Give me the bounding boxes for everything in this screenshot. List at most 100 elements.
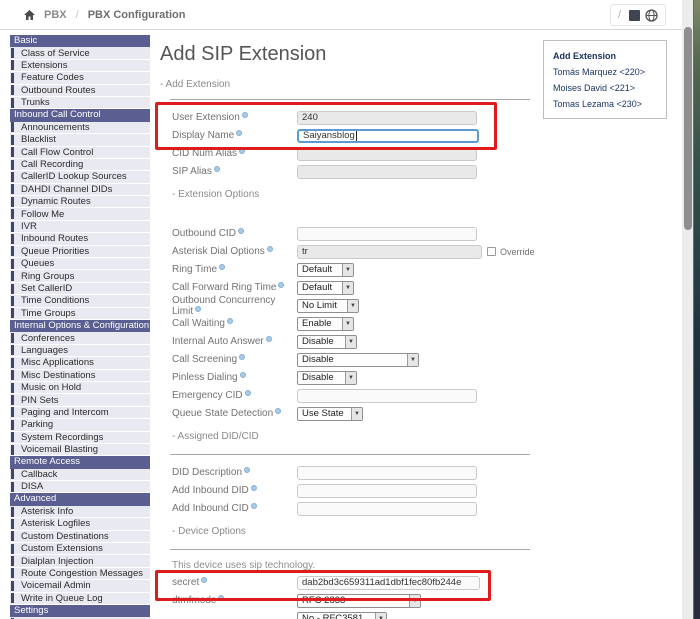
home-icon[interactable] — [24, 9, 35, 20]
sidebar-item-time-groups[interactable]: Time Groups — [10, 307, 150, 320]
secret-input[interactable]: dab2bd3c659311ad1dbf1fec80fb244e — [297, 575, 480, 590]
sidebar-item-label: Callback — [21, 468, 58, 480]
help-icon[interactable] — [201, 577, 208, 583]
sidebar-item-follow-me[interactable]: Follow Me — [10, 208, 150, 221]
item-accent-bar — [11, 333, 14, 344]
sip-alias-input[interactable] — [297, 164, 477, 179]
sidebar-item-feature-codes[interactable]: Feature Codes — [10, 72, 150, 85]
queue-state-detection-select[interactable]: Use State ▼ — [297, 406, 363, 421]
user-extension-input[interactable]: 240 — [297, 110, 477, 125]
sidebar-item-announcements[interactable]: Announcements — [10, 121, 150, 135]
sidebar-item-ivr[interactable]: IVR — [10, 220, 150, 234]
call-screening-select[interactable]: Disable ▼ — [297, 352, 419, 367]
scrollbar-thumb[interactable] — [683, 27, 692, 230]
help-icon[interactable] — [278, 282, 285, 288]
sidebar-item-set-callerid[interactable]: Set CallerID — [10, 282, 150, 296]
help-icon[interactable] — [239, 372, 246, 378]
selected-value: Use State — [302, 408, 344, 419]
sidebar-item-dynamic-routes[interactable]: Dynamic Routes — [10, 196, 150, 209]
call-forward-ring-time-select[interactable]: Default ▼ — [297, 280, 354, 295]
help-icon[interactable] — [213, 166, 220, 172]
sidebar-item-extensions[interactable]: Extensions — [10, 59, 150, 73]
help-icon[interactable] — [266, 246, 273, 252]
form-row: No - RFC3581 ▼ — [172, 611, 540, 619]
help-icon[interactable] — [239, 148, 246, 154]
sidebar-item-callerid-lookup-sources[interactable]: CallerID Lookup Sources — [10, 171, 150, 184]
help-icon[interactable] — [250, 485, 257, 491]
sidebar-item-class-of-service[interactable]: Class of Service — [10, 47, 150, 60]
sidebar-item-system-recordings[interactable]: System Recordings — [10, 431, 150, 444]
display-name-input[interactable]: Saiyansblog — [297, 128, 479, 143]
sidebar-item-callback[interactable]: Callback — [10, 468, 150, 482]
sidebar-item-pin-sets[interactable]: PIN Sets — [10, 394, 150, 407]
sidebar-item-inbound-routes[interactable]: Inbound Routes — [10, 233, 150, 246]
sidebar-item-label: Custom Destinations — [21, 530, 109, 542]
asterisk-dial-options-input[interactable]: tr — [297, 244, 482, 259]
help-icon[interactable] — [244, 390, 251, 396]
sidebar-item-dahdi-channel-dids[interactable]: DAHDI Channel DIDs — [10, 183, 150, 197]
sidebar-item-misc-applications[interactable]: Misc Applications — [10, 357, 150, 370]
sidebar-item-ring-groups[interactable]: Ring Groups — [10, 270, 150, 283]
emergency-cid-input[interactable] — [297, 388, 477, 403]
help-icon[interactable] — [236, 130, 243, 136]
sidebar-item-conferences[interactable]: Conferences — [10, 332, 150, 345]
extension-link[interactable]: Tomas Lezama <230> — [553, 96, 657, 112]
extension-link[interactable]: Moises David <221> — [553, 80, 657, 96]
sidebar-item-trunks[interactable]: Trunks — [10, 96, 150, 110]
sidebar-item-voicemail-admin[interactable]: Voicemail Admin — [10, 580, 150, 593]
sidebar-item-write-in-queue-log[interactable]: Write in Queue Log — [10, 592, 150, 605]
internal-auto-answer-select[interactable]: Disable ▼ — [297, 334, 357, 349]
help-icon[interactable] — [195, 305, 202, 312]
help-icon[interactable] — [265, 336, 272, 342]
override-checkbox[interactable] — [487, 247, 496, 256]
add-inbound-did-input[interactable] — [297, 483, 477, 498]
call-waiting-select[interactable]: Enable ▼ — [297, 316, 354, 331]
did-description-input[interactable] — [297, 465, 477, 480]
help-icon[interactable] — [244, 467, 251, 473]
sidebar-item-voicemail-blasting[interactable]: Voicemail Blasting — [10, 443, 150, 457]
sidebar-item-asterisk-logfiles[interactable]: Asterisk Logfiles — [10, 518, 150, 531]
extension-link[interactable]: Tomás Marquez <220> — [553, 64, 657, 80]
sidebar-item-custom-destinations[interactable]: Custom Destinations — [10, 530, 150, 544]
outbound-cid-input[interactable] — [297, 226, 477, 241]
sidebar-item-time-conditions[interactable]: Time Conditions — [10, 295, 150, 308]
help-icon[interactable] — [226, 318, 233, 324]
vertical-scrollbar[interactable] — [682, 0, 693, 619]
sidebar-item-outbound-routes[interactable]: Outbound Routes — [10, 84, 150, 97]
cid-num-alias-input[interactable] — [297, 146, 477, 161]
sidebar-item-call-flow-control[interactable]: Call Flow Control — [10, 146, 150, 159]
pinless-dialing-select[interactable]: Disable ▼ — [297, 370, 357, 385]
sidebar-item-custom-extensions[interactable]: Custom Extensions — [10, 543, 150, 556]
extension-link[interactable]: Add Extension — [553, 48, 657, 64]
sidebar-item-call-recording[interactable]: Call Recording — [10, 158, 150, 172]
sidebar-item-route-congestion-messages[interactable]: Route Congestion Messages — [10, 567, 150, 581]
sidebar-item-paging-and-intercom[interactable]: Paging and Intercom — [10, 406, 150, 420]
help-icon[interactable] — [218, 595, 225, 601]
help-icon[interactable] — [241, 112, 248, 118]
breadcrumb-pbx[interactable]: PBX — [44, 9, 67, 21]
help-icon[interactable] — [250, 503, 257, 509]
sidebar-item-asterisk-info[interactable]: Asterisk Info — [10, 505, 150, 519]
ring-time-select[interactable]: Default ▼ — [297, 262, 354, 277]
sidebar-item-dialplan-injection[interactable]: Dialplan Injection — [10, 555, 150, 568]
dropdown-arrow-icon: ▼ — [409, 594, 420, 607]
sidebar-item-blacklist[interactable]: Blacklist — [10, 134, 150, 147]
help-icon[interactable] — [237, 228, 244, 234]
sidebar-item-queue-priorities[interactable]: Queue Priorities — [10, 245, 150, 259]
sidebar-item-label: Conferences — [21, 332, 75, 344]
help-icon[interactable] — [219, 264, 226, 270]
sidebar-item-disa[interactable]: DISA — [10, 481, 150, 494]
sidebar-item-misc-destinations[interactable]: Misc Destinations — [10, 369, 150, 382]
sidebar-item-languages[interactable]: Languages — [10, 344, 150, 358]
add-inbound-cid-input[interactable] — [297, 501, 477, 516]
dtmfmode-select[interactable]: RFC 2833 ▼ — [297, 593, 421, 608]
nat-select[interactable]: No - RFC3581 ▼ — [297, 611, 387, 619]
globe-icon[interactable] — [645, 8, 658, 22]
sidebar-item-music-on-hold[interactable]: Music on Hold — [10, 381, 150, 395]
help-icon[interactable] — [275, 408, 282, 414]
sidebar-item-queues[interactable]: Queues — [10, 258, 150, 271]
sidebar-item-parking[interactable]: Parking — [10, 419, 150, 432]
help-icon[interactable] — [239, 354, 246, 360]
outbound-concurrency-limit-select[interactable]: No Limit ▼ — [297, 298, 359, 313]
language-flag-icon[interactable] — [629, 9, 640, 21]
